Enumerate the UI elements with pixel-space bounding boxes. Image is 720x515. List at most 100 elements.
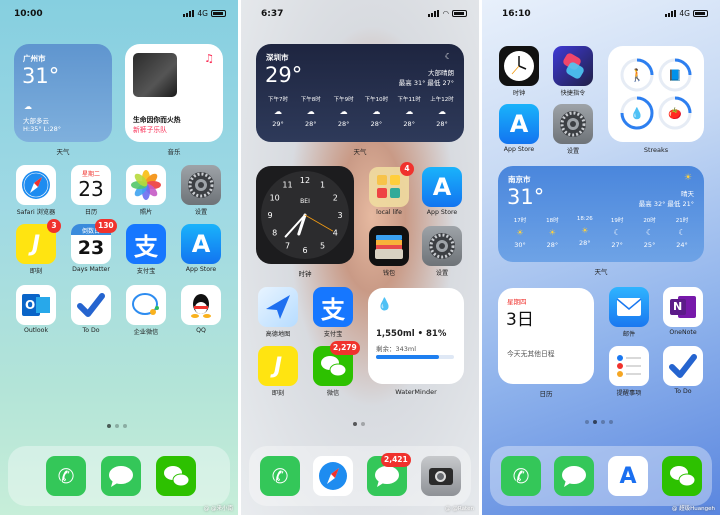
streaks-widget[interactable]: 🚶 📘 💧 🍅 <box>608 46 704 142</box>
dock: ✆ <box>249 446 471 506</box>
hour-item: 21时 ☾ 24° <box>666 216 698 249</box>
hourly-forecast: 17时 ☀ 30° 18时 ☀ 28° 18:26 ☀ 28° 19时 ☾ 27° 20时 ☾ 25… <box>504 216 698 249</box>
waterminder-widget[interactable]: 💧 1,550ml • 81% 剩余：343ml <box>368 288 464 384</box>
weather-temp: 31° <box>507 185 545 209</box>
wallet-icon[interactable] <box>369 226 409 266</box>
todo-icon[interactable] <box>663 346 703 386</box>
water-drop-icon: 💧 <box>377 297 392 311</box>
moon-cloud-icon: ☁ <box>306 107 315 116</box>
photos-icon[interactable] <box>126 165 166 205</box>
music-widget[interactable]: ♫ 生命因你而火热 新裤子乐队 <box>125 44 223 142</box>
safari-icon[interactable] <box>313 456 353 496</box>
clock-widget-label: 时钟 <box>298 270 312 278</box>
wecom-icon[interactable] <box>126 285 166 325</box>
mail-label: 邮件 <box>622 331 636 338</box>
song-artist: 新裤子乐队 <box>133 126 167 134</box>
status-time: 16:10 <box>502 9 531 19</box>
clock-number: 6 <box>302 246 307 255</box>
calendar-day: 23 <box>78 177 104 201</box>
calendar-empty-text: 今天无其他日程 <box>507 350 555 358</box>
settings-icon[interactable] <box>422 226 462 266</box>
wechat-label: 微信 <box>326 390 340 397</box>
todo-label: To Do <box>82 327 100 334</box>
clock-number: 7 <box>285 241 290 250</box>
weather-city: 南京市 <box>508 175 531 184</box>
jike-icon[interactable]: J <box>258 346 298 386</box>
moon-cloud-icon: ☁ <box>339 107 348 116</box>
app-store-icon[interactable]: A <box>499 104 539 144</box>
svg-text:💧: 💧 <box>630 107 644 120</box>
clock-city: BEI <box>300 198 310 205</box>
calendar-widget[interactable]: 星期四 3日 今天无其他日程 <box>498 288 594 384</box>
weather-widget[interactable]: 南京市 31° ☀ 晴天 最高 32° 最低 21° 17时 ☀ 30° 18时 ☀ 2… <box>498 166 704 262</box>
page-indicator[interactable] <box>585 420 613 424</box>
water-remaining: 剩余：343ml <box>376 345 417 353</box>
alipay-label: 支付宝 <box>136 268 156 275</box>
page-indicator[interactable] <box>353 422 365 426</box>
home-screen-2: 6:37 ◠ 深圳市 29° ☾ 大部晴朗 最高 31° 最低 27° 下午7时… <box>241 0 479 515</box>
clock-number: 5 <box>320 241 325 250</box>
alipay-icon[interactable]: 支 <box>126 224 166 264</box>
calendar-icon[interactable]: 星期二 23 <box>71 165 111 205</box>
network-type: 4G <box>679 9 690 18</box>
hour-item: 19时 ☾ 27° <box>601 216 633 249</box>
app-store-icon[interactable]: A <box>181 224 221 264</box>
clock-widget[interactable]: 12 1 2 3 4 5 6 7 8 9 10 11 BEI <box>256 166 354 264</box>
cloud-icon: ☁ <box>372 107 381 116</box>
calendar-label: 日历 <box>84 209 98 216</box>
wecom-label: 企业微信 <box>133 329 159 336</box>
alipay-icon[interactable]: 支 <box>313 287 353 327</box>
song-title: 生命因你而火热 <box>133 116 181 124</box>
sun-icon: ☀ <box>548 228 556 237</box>
todo-icon[interactable] <box>71 285 111 325</box>
camera-icon[interactable] <box>421 456 461 496</box>
water-amount: 1,550ml • 81% <box>376 329 447 339</box>
clock-number: 11 <box>282 181 292 190</box>
jike-badge: 3 <box>47 219 61 233</box>
wechat-icon[interactable] <box>156 456 196 496</box>
days-matter-label: Days Matter <box>72 266 110 273</box>
svg-text:📘: 📘 <box>668 69 682 82</box>
settings-icon[interactable] <box>181 165 221 205</box>
amap-icon[interactable] <box>258 287 298 327</box>
outlook-icon[interactable]: O <box>16 285 56 325</box>
phone-icon[interactable]: ✆ <box>501 456 541 496</box>
wechat-icon[interactable] <box>662 456 702 496</box>
svg-text:🍅: 🍅 <box>668 107 682 120</box>
onenote-icon[interactable]: N <box>663 287 703 327</box>
status-time: 10:00 <box>14 9 43 19</box>
sun-icon: ☀ <box>516 228 524 237</box>
settings-label: 设置 <box>435 270 449 277</box>
clock-icon[interactable] <box>499 46 539 86</box>
album-art <box>133 53 177 97</box>
mail-icon[interactable] <box>609 287 649 327</box>
weather-hilo: 最高 31° 最低 27° <box>398 79 454 87</box>
weather-desc: 大部晴朗 <box>428 69 454 77</box>
status-bar: 10:00 4G <box>0 0 238 28</box>
battery-icon <box>693 10 708 17</box>
weather-widget[interactable]: 广州市 31° ☁ 大部多云 H:35° L:28° <box>14 44 112 142</box>
wallet-label: 钱包 <box>382 270 396 277</box>
weather-widget[interactable]: 深圳市 29° ☾ 大部晴朗 最高 31° 最低 27° 下午7时 ☁ 29° 下午… <box>256 44 464 142</box>
moon-cloud-icon: ☁ <box>274 107 282 116</box>
phone-icon[interactable]: ✆ <box>46 456 86 496</box>
page-indicator[interactable] <box>107 424 127 428</box>
shortcuts-icon[interactable] <box>553 46 593 86</box>
weather-hilo: H:35° L:28° <box>23 125 61 133</box>
hour-item: 18时 ☀ 28° <box>536 216 568 249</box>
hour-item: 下午8时 ☁ 28° <box>295 95 327 128</box>
cloud-icon: ☁ <box>405 107 414 116</box>
phone-icon[interactable]: ✆ <box>260 456 300 496</box>
qq-icon[interactable] <box>181 285 221 325</box>
safari-icon[interactable] <box>16 165 56 205</box>
reminders-icon[interactable] <box>609 346 649 386</box>
settings-icon[interactable] <box>553 104 593 144</box>
app-store-icon[interactable]: A <box>422 167 462 207</box>
clock-label: 时钟 <box>512 90 526 97</box>
hour-item: 上午12时 ☁ 28° <box>426 95 458 128</box>
messages-icon[interactable] <box>554 456 594 496</box>
messages-icon[interactable] <box>101 456 141 496</box>
app-store-label: App Store <box>426 209 458 216</box>
alpha-icon[interactable]: A <box>608 456 648 496</box>
jike-label: 即刻 <box>271 390 285 397</box>
